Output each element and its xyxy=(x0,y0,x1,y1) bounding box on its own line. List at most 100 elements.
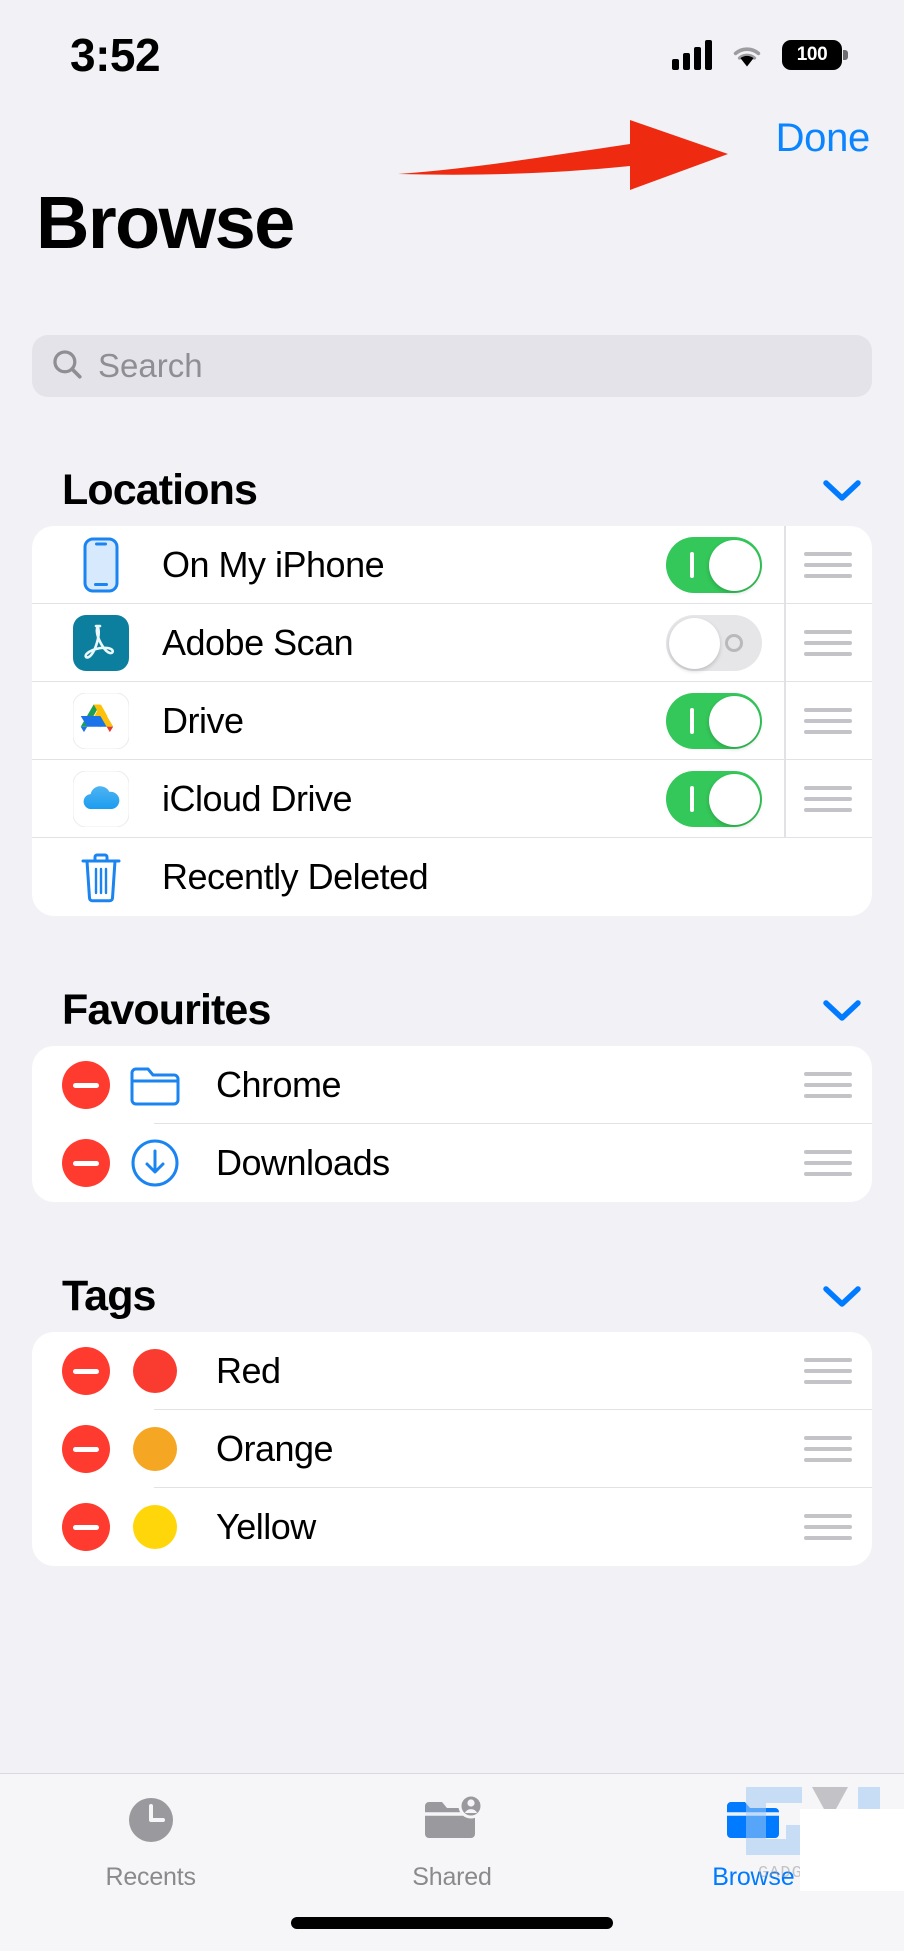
toggle-on-mark xyxy=(690,786,694,812)
table-row[interactable]: Adobe Scan xyxy=(32,604,872,682)
drag-handle[interactable] xyxy=(784,604,872,682)
drag-handle[interactable] xyxy=(784,1124,872,1202)
chevron-down-icon[interactable] xyxy=(820,476,864,504)
table-row[interactable]: Yellow xyxy=(32,1488,872,1566)
table-row[interactable]: Orange xyxy=(32,1410,872,1488)
table-row[interactable]: Downloads xyxy=(32,1124,872,1202)
tag-dot-red-icon xyxy=(116,1349,194,1393)
table-row[interactable]: Drive xyxy=(32,682,872,760)
drag-handle[interactable] xyxy=(784,1332,872,1410)
remove-favourite-chrome-button[interactable] xyxy=(62,1061,110,1109)
clock-icon xyxy=(123,1792,179,1853)
battery-icon: 100 xyxy=(782,40,848,70)
toggle-off-mark xyxy=(725,634,743,652)
status-bar-time: 3:52 xyxy=(70,29,161,81)
drag-handle[interactable] xyxy=(784,682,872,760)
remove-favourite-downloads-button[interactable] xyxy=(62,1139,110,1187)
cellular-bars-icon xyxy=(672,40,712,70)
toggle-knob xyxy=(708,695,760,747)
drag-handle-icon xyxy=(804,1143,852,1183)
search-input[interactable] xyxy=(98,347,854,385)
toggle-on-my-iphone[interactable] xyxy=(666,537,762,593)
drag-handle-icon xyxy=(804,1507,852,1547)
tag-dot-orange-icon xyxy=(116,1427,194,1471)
shared-folder-icon xyxy=(421,1792,484,1853)
toggle-drive[interactable] xyxy=(666,693,762,749)
tab-label: Browse xyxy=(712,1863,795,1891)
row-label: Downloads xyxy=(216,1142,390,1183)
tab-label: Shared xyxy=(412,1863,492,1891)
remove-tag-red-button[interactable] xyxy=(62,1347,110,1395)
drag-handle-icon xyxy=(804,1065,852,1105)
row-label: iCloud Drive xyxy=(162,778,353,819)
drag-handle-icon xyxy=(804,545,852,585)
row-label: Recently Deleted xyxy=(162,856,429,897)
wifi-icon xyxy=(730,42,764,68)
adobe-scan-icon xyxy=(62,615,140,671)
icloud-drive-icon xyxy=(62,771,140,827)
page-title: Browse xyxy=(36,181,295,264)
row-label: Red xyxy=(216,1350,281,1391)
favourites-card: Chrome Downloads xyxy=(32,1046,872,1202)
row-label: Orange xyxy=(216,1428,334,1469)
iphone-screen: 3:52 100 Done Browse Search Locations On… xyxy=(0,0,904,1951)
remove-tag-yellow-button[interactable] xyxy=(62,1503,110,1551)
tags-card: Red Orange Yellow xyxy=(32,1332,872,1566)
table-row[interactable]: Chrome xyxy=(32,1046,872,1124)
search-icon xyxy=(50,347,84,386)
drag-handle-icon xyxy=(804,779,852,819)
toggle-knob xyxy=(708,773,760,825)
drag-handle[interactable] xyxy=(784,760,872,838)
tab-label: Recents xyxy=(105,1863,197,1891)
toggle-icloud-drive[interactable] xyxy=(666,771,762,827)
drag-handle[interactable] xyxy=(784,526,872,604)
table-row[interactable]: iCloud Drive xyxy=(32,760,872,838)
drag-handle[interactable] xyxy=(784,1488,872,1566)
chevron-down-icon[interactable] xyxy=(820,996,864,1024)
section-header-favourites: Favourites xyxy=(0,974,904,1046)
toggle-knob xyxy=(668,617,720,669)
tab-shared[interactable]: Shared xyxy=(301,1792,602,1892)
drag-handle-icon xyxy=(804,701,852,741)
toggle-adobe-scan[interactable] xyxy=(666,615,762,671)
toggle-on-mark xyxy=(690,552,694,578)
section-title-locations: Locations xyxy=(62,465,258,514)
table-row[interactable]: Recently Deleted xyxy=(32,838,872,916)
tab-recents[interactable]: Recents xyxy=(0,1792,301,1892)
toggle-on-mark xyxy=(690,708,694,734)
chevron-down-icon[interactable] xyxy=(820,1282,864,1310)
status-bar-indicators: 100 xyxy=(672,40,848,70)
row-label: On My iPhone xyxy=(162,544,385,585)
download-circle-icon xyxy=(116,1138,194,1188)
done-button[interactable]: Done xyxy=(776,116,871,161)
row-label: Chrome xyxy=(216,1064,342,1105)
drag-handle-icon xyxy=(804,1429,852,1469)
table-row[interactable]: On My iPhone xyxy=(32,526,872,604)
spacer-bottom xyxy=(0,1566,904,1766)
drag-handle[interactable] xyxy=(784,1046,872,1124)
spacer-favourites-tags xyxy=(0,1202,904,1260)
table-row[interactable]: Red xyxy=(32,1332,872,1410)
spacer-top xyxy=(0,418,904,454)
red-arrow-annotation xyxy=(398,120,728,190)
row-label: Drive xyxy=(162,700,244,741)
locations-card: On My iPhone Adobe Scan Drive iCloud Dri… xyxy=(32,526,872,916)
home-indicator xyxy=(291,1917,613,1929)
trash-icon xyxy=(62,850,140,904)
google-drive-icon xyxy=(62,693,140,749)
folder-filled-icon xyxy=(722,1792,784,1853)
tab-bar: Recents Shared Browse xyxy=(0,1773,904,1951)
search-bar[interactable] xyxy=(32,335,872,397)
section-title-favourites: Favourites xyxy=(62,985,271,1034)
folder-outline-icon xyxy=(116,1062,194,1108)
section-header-locations: Locations xyxy=(0,454,904,526)
row-label: Yellow xyxy=(216,1506,316,1547)
drag-handle-icon xyxy=(804,623,852,663)
remove-tag-orange-button[interactable] xyxy=(62,1425,110,1473)
drag-handle[interactable] xyxy=(784,1410,872,1488)
iphone-icon xyxy=(62,537,140,593)
watermark-overlay-block xyxy=(800,1809,904,1891)
drag-handle-icon xyxy=(804,1351,852,1391)
tag-dot-yellow-icon xyxy=(116,1505,194,1549)
row-label: Adobe Scan xyxy=(162,622,354,663)
